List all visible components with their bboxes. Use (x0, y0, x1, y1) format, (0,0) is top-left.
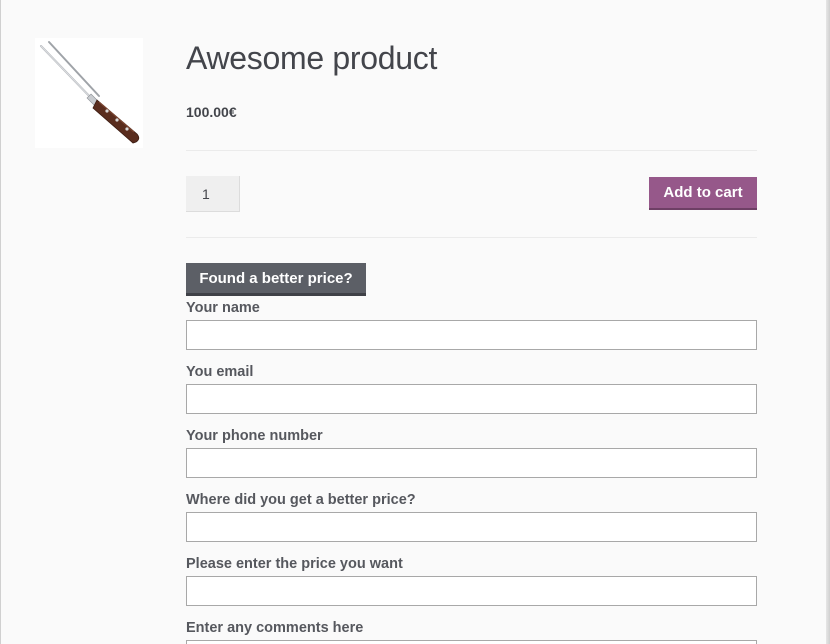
divider-top (186, 150, 757, 151)
desired-price-label: Please enter the price you want (186, 556, 403, 572)
source-input[interactable] (186, 512, 757, 542)
product-title: Awesome product (186, 40, 438, 76)
name-label: Your name (186, 300, 260, 316)
email-input[interactable] (186, 384, 757, 414)
comments-input[interactable] (186, 640, 757, 644)
product-page: Awesome product 100.00€ Add to cart Foun… (0, 0, 830, 644)
comments-label: Enter any comments here (186, 620, 364, 636)
phone-input[interactable] (186, 448, 757, 478)
found-better-price-button[interactable]: Found a better price? (186, 263, 366, 296)
email-label: You email (186, 364, 254, 380)
add-to-cart-button[interactable]: Add to cart (649, 177, 757, 210)
name-input[interactable] (186, 320, 757, 350)
source-label: Where did you get a better price? (186, 492, 416, 508)
window-right-border (826, 0, 830, 644)
divider-bottom (186, 237, 757, 238)
quantity-input[interactable] (186, 176, 240, 212)
window-left-border (0, 0, 1, 644)
product-image[interactable] (35, 38, 143, 148)
carving-fork-icon (40, 41, 140, 144)
phone-label: Your phone number (186, 428, 323, 444)
product-price: 100.00€ (186, 104, 237, 120)
desired-price-input[interactable] (186, 576, 757, 606)
